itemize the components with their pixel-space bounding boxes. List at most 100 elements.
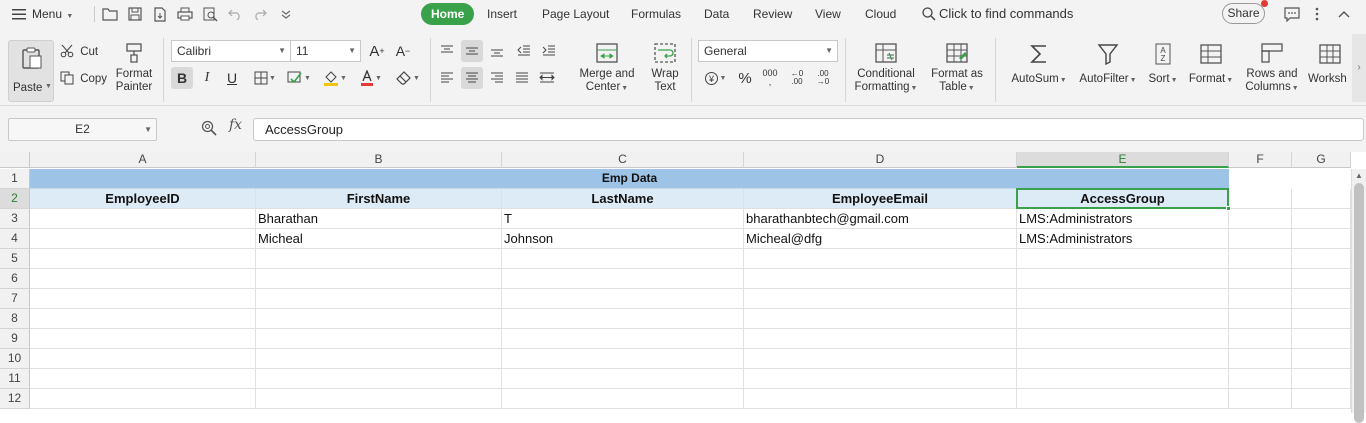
row-header-11[interactable]: 11 [0,369,30,389]
zoom-icon[interactable] [201,120,217,141]
justify-icon[interactable] [511,67,533,89]
tab-formulas[interactable]: Formulas [631,3,681,25]
table-cell[interactable] [1292,189,1351,209]
table-cell[interactable] [744,329,1017,349]
decrease-decimal-icon[interactable]: .00 →0 [812,67,834,89]
table-cell[interactable] [1292,289,1351,309]
table-cell[interactable] [30,269,256,289]
select-all-corner[interactable] [0,152,30,168]
font-name-select[interactable]: Calibri ▼ [171,40,291,62]
table-cell[interactable] [256,289,502,309]
thousands-separator-button[interactable]: 000, [759,67,781,89]
table-cell[interactable] [744,309,1017,329]
table-cell[interactable] [256,369,502,389]
table-cell[interactable] [1292,329,1351,349]
autofilter-button[interactable]: AutoFilter▼ [1076,42,1140,87]
command-search[interactable]: Click to find commands [922,0,1073,28]
row-header-3[interactable]: 3 [0,209,30,229]
font-size-select[interactable]: 11 ▼ [290,40,361,62]
row-header-6[interactable]: 6 [0,269,30,289]
percent-button[interactable]: % [734,67,756,89]
currency-format-button[interactable]: ¥ ▼ [700,67,730,89]
table-cell[interactable] [1229,269,1292,289]
collapse-ribbon-icon[interactable] [1335,5,1353,23]
table-cell[interactable]: bharathanbtech@gmail.com [744,209,1017,229]
table-cell[interactable] [256,249,502,269]
print-icon[interactable] [176,5,194,23]
scrollbar-thumb[interactable] [1354,183,1364,423]
table-cell[interactable] [256,329,502,349]
table-cell[interactable] [30,209,256,229]
row-header-8[interactable]: 8 [0,309,30,329]
increase-decimal-icon[interactable]: ←0.00 [786,67,808,89]
more-options-icon[interactable] [1308,5,1326,23]
table-cell[interactable] [256,269,502,289]
header-cell[interactable]: LastName [502,189,744,209]
wrap-text-button[interactable]: Wrap Text [646,42,684,94]
sort-button[interactable]: AZ Sort▼ [1146,42,1180,87]
table-cell[interactable] [30,349,256,369]
table-cell[interactable]: LMS:Administrators [1017,209,1229,229]
table-cell[interactable] [30,309,256,329]
main-menu-button[interactable]: Menu ▼ [12,0,73,28]
table-cell[interactable] [1229,329,1292,349]
table-cell[interactable] [1292,369,1351,389]
table-cell[interactable] [502,269,744,289]
redo-icon[interactable] [251,5,269,23]
insert-function-button[interactable]: fx [229,117,242,133]
row-header-1[interactable]: 1 [0,169,30,189]
row-header-7[interactable]: 7 [0,289,30,309]
table-cell[interactable] [1017,269,1229,289]
table-cell[interactable] [1017,369,1229,389]
ribbon-scroll-right-icon[interactable]: › [1352,34,1366,102]
table-cell[interactable] [256,349,502,369]
merge-center-button[interactable]: Merge and Center▼ [575,42,639,95]
table-cell[interactable] [1292,209,1351,229]
cell-style-button[interactable]: ▼ [284,67,314,89]
export-pdf-icon[interactable] [151,5,169,23]
format-button[interactable]: Format▼ [1187,42,1235,87]
table-cell[interactable] [1017,329,1229,349]
column-header-f[interactable]: F [1229,152,1292,168]
table-cell[interactable] [30,249,256,269]
worksheet-button[interactable]: Worksh [1308,42,1352,86]
increase-font-size-icon[interactable]: A + [366,40,388,62]
table-cell[interactable] [1292,349,1351,369]
table-cell[interactable] [256,389,502,409]
tab-home[interactable]: Home [421,3,475,25]
table-cell[interactable] [744,249,1017,269]
table-cell[interactable] [744,349,1017,369]
header-cell[interactable]: EmployeeID [30,189,256,209]
header-cell[interactable]: EmployeeEmail [744,189,1017,209]
underline-button[interactable]: U [221,67,243,89]
copy-button[interactable]: Copy [60,71,107,86]
table-cell[interactable] [744,369,1017,389]
number-format-select[interactable]: General ▼ [698,40,838,62]
table-cell[interactable] [1229,349,1292,369]
column-header-a[interactable]: A [30,152,256,168]
open-folder-icon[interactable] [101,5,119,23]
tab-insert[interactable]: Insert [487,3,517,25]
column-header-d[interactable]: D [744,152,1017,168]
decrease-indent-icon[interactable] [513,40,535,62]
table-cell[interactable]: T [502,209,744,229]
table-cell[interactable] [1292,269,1351,289]
vertical-scrollbar[interactable]: ▲ [1351,169,1366,423]
table-cell[interactable] [744,389,1017,409]
table-cell[interactable] [256,309,502,329]
row-header-5[interactable]: 5 [0,249,30,269]
column-header-g[interactable]: G [1292,152,1351,168]
table-cell[interactable] [1229,309,1292,329]
table-cell[interactable] [1017,309,1229,329]
decrease-font-size-icon[interactable]: A − [392,40,414,62]
undo-icon[interactable] [226,5,244,23]
format-as-table-button[interactable]: Format as Table▼ [928,42,986,95]
table-cell[interactable] [30,369,256,389]
table-cell[interactable] [1292,249,1351,269]
table-cell[interactable]: LMS:Administrators [1017,229,1229,249]
table-cell[interactable] [502,389,744,409]
rows-columns-button[interactable]: Rows and Columns▼ [1243,42,1301,95]
table-cell[interactable]: Bharathan [256,209,502,229]
table-cell[interactable] [744,289,1017,309]
align-top-icon[interactable] [436,40,458,62]
